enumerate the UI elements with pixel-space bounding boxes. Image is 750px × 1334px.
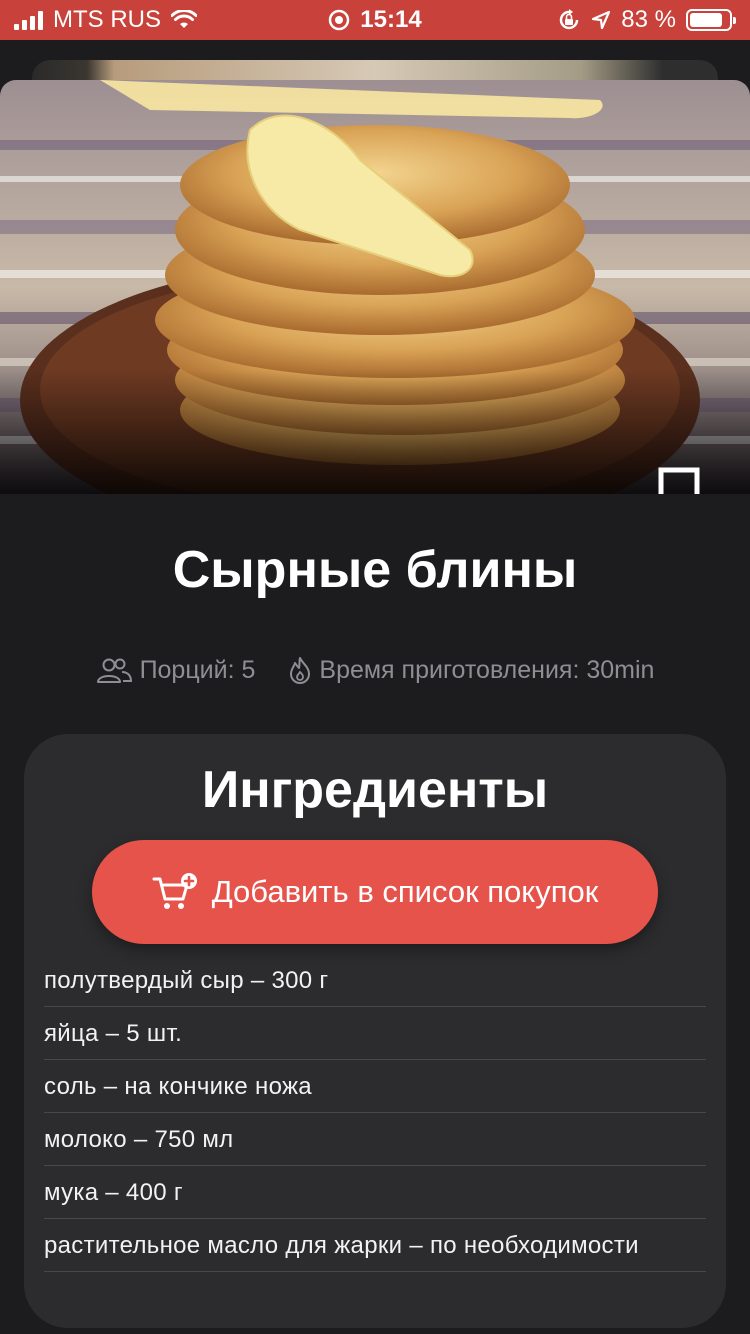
cart-add-icon bbox=[152, 873, 197, 909]
flame-icon bbox=[290, 657, 311, 684]
bookmark-icon[interactable] bbox=[656, 466, 702, 494]
battery-fill bbox=[690, 13, 722, 27]
ingredients-panel: Ингредиенты Добавить в список покупок по… bbox=[24, 734, 726, 1328]
clock: 15:14 bbox=[360, 6, 422, 33]
cook-time-info: Время приготовления: 30min bbox=[289, 656, 654, 685]
status-right: 83 % bbox=[557, 0, 736, 40]
ingredient-item: молоко – 750 мл bbox=[44, 1113, 706, 1166]
ingredient-item: яйца – 5 шт. bbox=[44, 1007, 706, 1060]
ingredient-item: мука – 400 г bbox=[44, 1166, 706, 1219]
ingredient-item: соль – на кончике ножа bbox=[44, 1060, 706, 1113]
servings-info: Порций: 5 bbox=[96, 655, 256, 685]
status-bar: MTS RUS 15:14 83 % bbox=[0, 0, 750, 40]
add-button-label: Добавить в список покупок bbox=[211, 874, 599, 909]
cook-time-text: Время приготовления: 30min bbox=[319, 655, 655, 684]
location-arrow-icon bbox=[592, 10, 611, 30]
add-to-shopping-list-button[interactable]: Добавить в список покупок bbox=[92, 840, 658, 944]
recipe-meta: Порций: 5 Время приготовления: 30min bbox=[0, 652, 750, 688]
ingredient-item: полутвердый сыр – 300 г bbox=[44, 954, 706, 1007]
focus-icon bbox=[329, 9, 350, 31]
ingredients-list: полутвердый сыр – 300 г яйца – 5 шт. сол… bbox=[44, 954, 706, 1272]
battery-icon bbox=[686, 9, 736, 31]
recipe-title: Сырные блины bbox=[172, 541, 578, 599]
pancakes-illustration bbox=[0, 80, 750, 494]
servings-text: Порций: 5 bbox=[139, 655, 256, 684]
rotation-lock-icon bbox=[560, 9, 579, 30]
battery-percent: 83 % bbox=[621, 6, 676, 33]
ingredient-item: растительное масло для жарки – по необхо… bbox=[44, 1219, 706, 1272]
people-icon bbox=[96, 658, 132, 683]
recipe-photo bbox=[0, 80, 750, 494]
ingredients-title: Ингредиенты bbox=[201, 761, 549, 819]
